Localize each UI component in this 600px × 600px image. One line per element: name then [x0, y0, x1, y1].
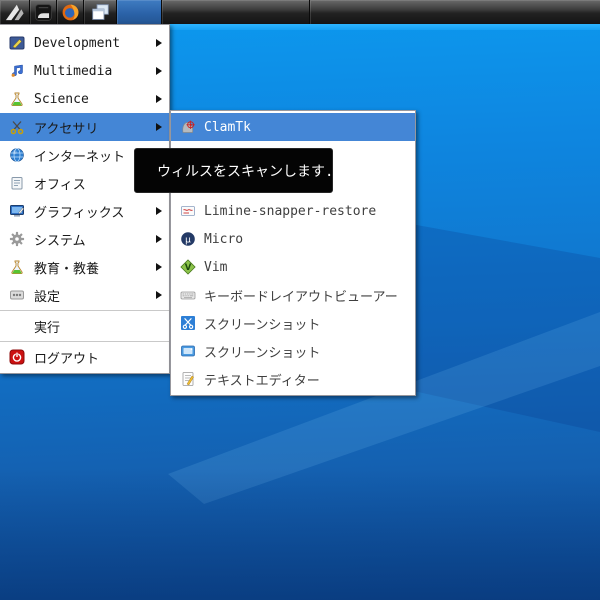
menu-item-accessories[interactable]: アクセサリ [0, 113, 169, 141]
menu-separator [0, 341, 169, 342]
menu-item-multimedia[interactable]: Multimedia [0, 57, 169, 85]
menu-item-label: Development [34, 35, 121, 51]
submenu-arrow-icon [156, 39, 162, 47]
internet-icon [8, 147, 25, 164]
svg-text:V: V [184, 263, 191, 273]
submenu-item-vim[interactable]: V Vim [171, 253, 415, 281]
active-task-button[interactable] [117, 0, 162, 24]
screenshot-camera-icon [179, 343, 196, 360]
menu-item-label: 実行 [34, 320, 61, 336]
submenu-item-keyboard-layout-viewer[interactable]: キーボードレイアウトビューアー [171, 281, 415, 309]
app-menu: Development Multimedia Science アクセサリ インタ… [0, 24, 170, 374]
window-list-button[interactable] [84, 0, 117, 24]
menu-item-run[interactable]: 実行 [0, 312, 169, 340]
vim-icon: V [179, 259, 196, 276]
system-icon [8, 231, 25, 248]
submenu-item-limine-snapper-restore[interactable]: Limine-snapper-restore [171, 197, 415, 225]
development-icon [8, 35, 25, 52]
micro-icon: μ [179, 231, 196, 248]
menu-item-label: グラフィックス [34, 205, 125, 221]
submenu-item-label: キーボードレイアウトビューアー [204, 289, 398, 305]
submenu-item-label: Micro [204, 231, 244, 247]
svg-text:μ: μ [185, 235, 191, 245]
submenu-arrow-icon [156, 235, 162, 243]
firefox-button[interactable] [57, 0, 84, 24]
menu-item-label: 設定 [34, 289, 61, 305]
submenu-item-label: テキストエディター [204, 373, 320, 389]
menu-item-label: 教育・教養 [34, 261, 100, 277]
empty-icon-slot [8, 318, 25, 335]
submenu-item-label: Vim [204, 259, 228, 275]
submenu-arrow-icon [156, 95, 162, 103]
limine-snapper-icon [179, 203, 196, 220]
accessories-icon [8, 119, 25, 136]
submenu-item-label: スクリーンショット [204, 317, 321, 333]
window-list-icon [90, 3, 111, 22]
submenu-arrow-icon [156, 207, 162, 215]
submenu-arrow-icon [156, 67, 162, 75]
submenu-item-label: Limine-snapper-restore [204, 203, 377, 219]
keyboard-icon [179, 287, 196, 304]
screenshot-scissors-icon [179, 315, 196, 332]
submenu-item-screenshot-2[interactable]: スクリーンショット [171, 337, 415, 365]
submenu-arrow-icon [156, 291, 162, 299]
office-icon [8, 175, 25, 192]
menu-item-development[interactable]: Development [0, 29, 169, 57]
submenu-item-micro[interactable]: μ Micro [171, 225, 415, 253]
menu-button[interactable] [0, 0, 30, 24]
text-editor-icon [179, 371, 196, 388]
graphics-icon [8, 203, 25, 220]
taskbar [0, 0, 600, 24]
menu-item-education[interactable]: 教育・教養 [0, 253, 169, 281]
settings-icon [8, 287, 25, 304]
submenu-item-label: ClamTk [204, 119, 251, 135]
submenu-arrow-icon [156, 123, 162, 131]
menu-item-label: アクセサリ [34, 121, 99, 137]
submenu-item-clamtk[interactable]: ClamTk [171, 113, 415, 141]
tooltip: ウィルスをスキャンします.. [134, 148, 342, 193]
menu-item-label: ログアウト [34, 351, 100, 367]
menu-item-label: Multimedia [34, 63, 113, 79]
menu-item-system[interactable]: システム [0, 225, 169, 253]
menu-item-label: Science [34, 91, 89, 107]
menu-item-science[interactable]: Science [0, 85, 169, 113]
file-manager-button[interactable] [30, 0, 57, 24]
logout-icon [8, 349, 25, 366]
education-icon [8, 259, 25, 276]
submenu-arrow-icon [156, 263, 162, 271]
menu-item-logout[interactable]: ログアウト [0, 343, 169, 371]
antix-logo-icon [4, 2, 26, 22]
submenu-item-text-editor[interactable]: テキストエディター [171, 365, 415, 393]
taskbar-spacer [162, 0, 310, 24]
desktop: Development Multimedia Science アクセサリ インタ… [0, 0, 600, 600]
menu-item-settings[interactable]: 設定 [0, 281, 169, 309]
menu-item-label: システム [34, 233, 86, 249]
taskbar-tray-area [310, 0, 600, 24]
firefox-icon [61, 3, 80, 22]
menu-item-graphics[interactable]: グラフィックス [0, 197, 169, 225]
submenu-item-screenshot-1[interactable]: スクリーンショット [171, 309, 415, 337]
clamtk-icon [179, 119, 196, 136]
science-icon [8, 91, 25, 108]
tooltip-text: ウィルスをスキャンします.. [157, 163, 342, 180]
submenu-item-label: スクリーンショット [204, 345, 321, 361]
menu-separator [0, 310, 169, 311]
multimedia-icon [8, 63, 25, 80]
file-manager-icon [34, 3, 53, 22]
